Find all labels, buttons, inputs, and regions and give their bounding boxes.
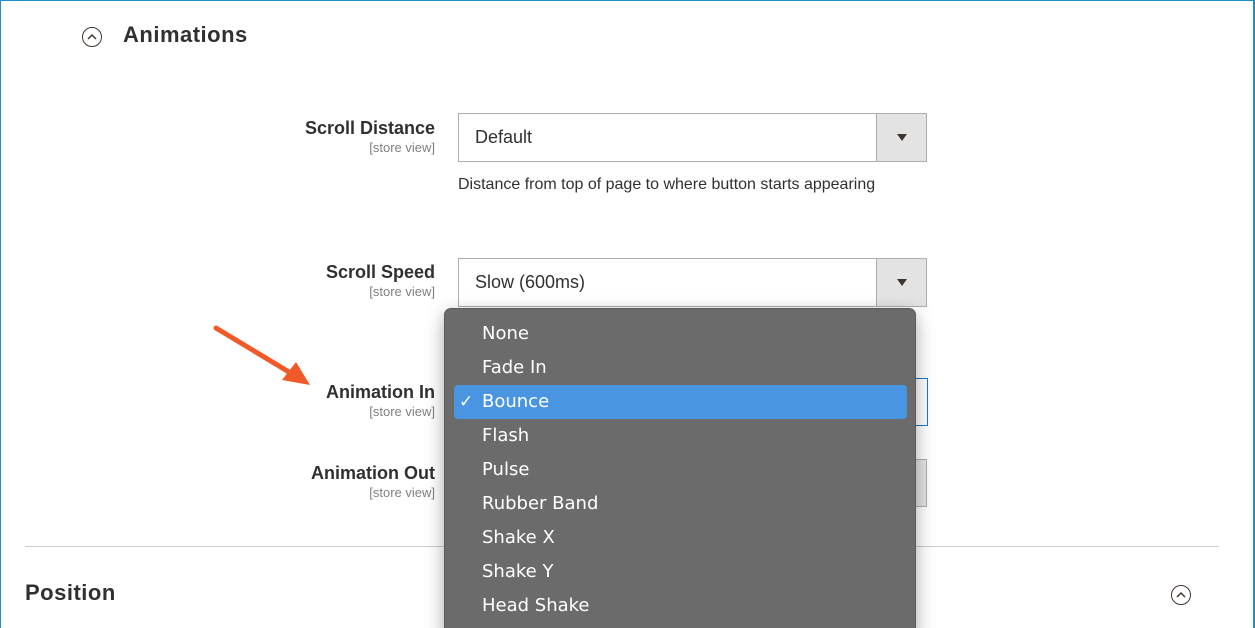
chevron-down-icon	[876, 114, 926, 161]
annotation-arrow-icon	[213, 325, 310, 385]
scroll-speed-label-group: Scroll Speed [store view]	[175, 261, 435, 300]
collapse-position-icon[interactable]	[1171, 585, 1191, 605]
scroll-distance-label: Scroll Distance	[304, 118, 435, 138]
dropdown-option-shake-y[interactable]: Shake Y	[445, 555, 915, 589]
dropdown-option-head-shake[interactable]: Head Shake	[445, 589, 915, 623]
scroll-distance-scope: [store view]	[369, 140, 435, 155]
animation-out-label-group: Animation Out [store view]	[175, 462, 435, 501]
scroll-distance-note: Distance from top of page to where butto…	[458, 176, 876, 193]
scroll-speed-label: Scroll Speed	[325, 262, 435, 282]
dropdown-option-flash[interactable]: Flash	[445, 419, 915, 453]
scroll-distance-select[interactable]: Default	[458, 113, 927, 162]
animation-out-label: Animation Out	[311, 463, 435, 483]
dropdown-option-none[interactable]: None	[445, 317, 915, 351]
dropdown-option-rubber-band[interactable]: Rubber Band	[445, 487, 915, 521]
dropdown-option-pulse[interactable]: Pulse	[445, 453, 915, 487]
dropdown-option-fade-in[interactable]: Fade In	[445, 351, 915, 385]
animation-in-dropdown-menu[interactable]: None Fade In ✓ Bounce Flash Pulse Rubber…	[444, 308, 916, 628]
animation-out-scope: [store view]	[369, 485, 435, 500]
checkmark-icon: ✓	[459, 392, 474, 412]
scroll-speed-select[interactable]: Slow (600ms)	[458, 258, 927, 307]
collapse-animations-icon[interactable]	[82, 27, 102, 47]
chevron-down-icon	[876, 259, 926, 306]
animation-in-scope: [store view]	[369, 404, 435, 419]
scroll-distance-label-group: Scroll Distance [store view]	[175, 117, 435, 156]
scroll-speed-scope: [store view]	[369, 284, 435, 299]
dropdown-option-bounce[interactable]: ✓ Bounce	[454, 385, 907, 419]
dropdown-option-shake-x[interactable]: Shake X	[445, 521, 915, 555]
scroll-speed-value: Slow (600ms)	[475, 272, 586, 292]
position-section-title[interactable]: Position	[25, 580, 116, 606]
scroll-distance-value: Default	[475, 127, 533, 147]
animations-section-title[interactable]: Animations	[123, 22, 248, 48]
